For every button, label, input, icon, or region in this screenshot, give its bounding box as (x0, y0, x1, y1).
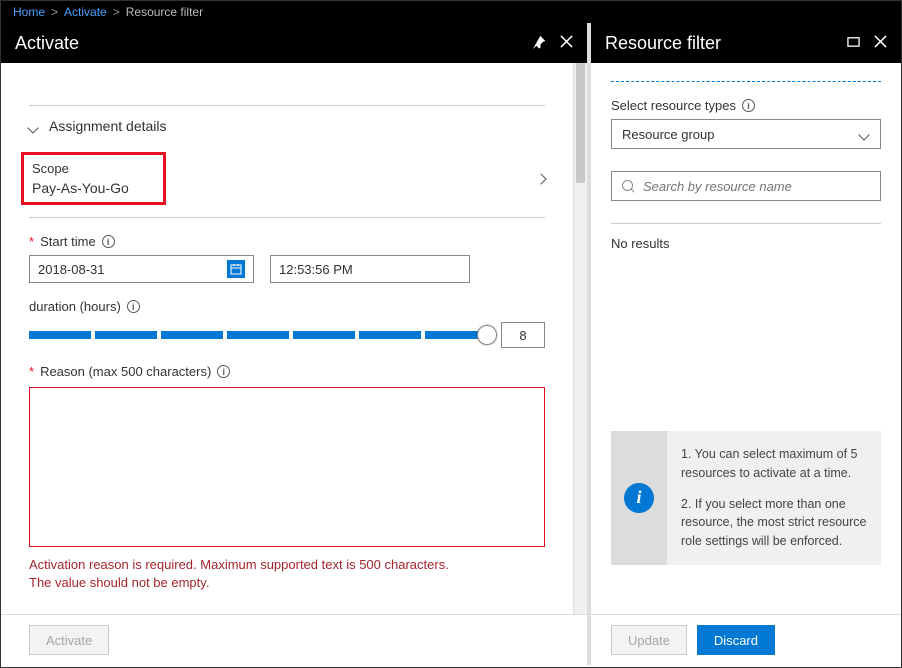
scope-row[interactable]: Scope Pay-As-You-Go (29, 144, 545, 218)
search-field[interactable] (643, 179, 870, 194)
no-results-text: No results (611, 236, 881, 251)
start-date-input[interactable]: 2018-08-31 (29, 255, 254, 283)
reason-textarea[interactable] (29, 387, 545, 547)
time-value: 12:53:56 PM (279, 262, 353, 277)
info-icon[interactable]: i (742, 99, 755, 112)
info-icon: i (624, 483, 654, 513)
discard-button[interactable]: Discard (697, 625, 775, 655)
chevron-right-icon (537, 171, 545, 186)
chevron-down-icon (860, 129, 870, 139)
close-icon[interactable] (874, 35, 887, 51)
resource-search-input[interactable] (611, 171, 881, 201)
scrollbar[interactable] (573, 63, 587, 614)
date-value: 2018-08-31 (38, 262, 105, 277)
breadcrumb-current: Resource filter (126, 5, 203, 19)
duration-value[interactable]: 8 (501, 322, 545, 348)
error-text-2: The value should not be empty. (29, 574, 545, 592)
info-text-2: 2. If you select more than one resource,… (681, 495, 867, 551)
info-icon[interactable]: i (102, 235, 115, 248)
breadcrumb-sep: > (51, 5, 58, 19)
section-title: Assignment details (49, 118, 167, 134)
blade-title: Activate (15, 33, 79, 54)
chevron-down-icon (29, 121, 39, 131)
breadcrumb-sep: > (113, 5, 120, 19)
activate-blade: Activate Assignment details Scope Pay-As… (1, 23, 591, 665)
resource-type-select[interactable]: Resource group (611, 119, 881, 149)
duration-label: duration (hours) i (29, 299, 545, 314)
assignment-details-toggle[interactable]: Assignment details (29, 105, 545, 144)
duration-slider[interactable] (29, 331, 487, 339)
info-banner: i 1. You can select maximum of 5 resourc… (611, 431, 881, 565)
search-icon (622, 180, 635, 193)
blade-header: Resource filter (591, 23, 901, 63)
scope-value: Pay-As-You-Go (32, 180, 129, 196)
breadcrumb-activate[interactable]: Activate (64, 5, 107, 19)
start-time-label: * Start time i (29, 234, 545, 249)
pin-icon[interactable] (532, 35, 546, 52)
scope-label: Scope (32, 161, 129, 176)
calendar-icon[interactable] (227, 260, 245, 278)
info-text-1: 1. You can select maximum of 5 resources… (681, 445, 867, 483)
blade-title: Resource filter (605, 33, 721, 54)
info-icon[interactable]: i (217, 365, 230, 378)
error-text-1: Activation reason is required. Maximum s… (29, 556, 545, 574)
breadcrumb: Home > Activate > Resource filter (1, 1, 901, 23)
info-icon[interactable]: i (127, 300, 140, 313)
resource-filter-blade: Resource filter Select resource types i … (591, 23, 901, 665)
update-button[interactable]: Update (611, 625, 687, 655)
select-resource-types-label: Select resource types i (611, 98, 881, 113)
slider-thumb[interactable] (477, 325, 497, 345)
reason-label: * Reason (max 500 characters) i (29, 364, 545, 379)
select-value: Resource group (622, 127, 715, 142)
start-time-input[interactable]: 12:53:56 PM (270, 255, 470, 283)
blade-header: Activate (1, 23, 587, 63)
activate-button[interactable]: Activate (29, 625, 109, 655)
close-icon[interactable] (560, 35, 573, 52)
breadcrumb-home[interactable]: Home (13, 5, 45, 19)
scrollbar-thumb[interactable] (576, 63, 585, 183)
maximize-icon[interactable] (847, 35, 860, 51)
scope-highlight: Scope Pay-As-You-Go (21, 152, 166, 205)
